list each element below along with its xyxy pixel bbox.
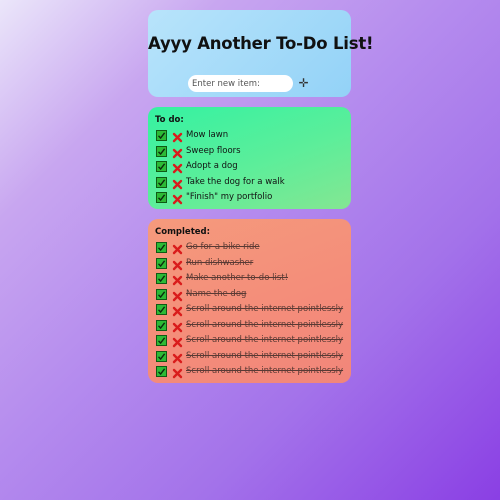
delete-button[interactable] [172, 351, 183, 363]
item-label: Take the dog for a walk [186, 176, 285, 187]
red-x-icon [172, 306, 183, 317]
delete-button[interactable] [172, 289, 183, 301]
item-label: Mow lawn [186, 130, 229, 140]
delete-button[interactable] [172, 161, 183, 174]
red-x-icon [172, 275, 183, 286]
complete-button[interactable] [156, 350, 167, 362]
new-item-input[interactable] [188, 75, 293, 92]
item-label: Run dishwasher [186, 257, 254, 268]
green-check-icon [157, 275, 166, 283]
green-check-icon [157, 368, 166, 376]
red-x-icon [172, 194, 183, 205]
complete-button[interactable] [156, 161, 167, 172]
green-check-icon [157, 337, 166, 345]
complete-button[interactable] [156, 192, 167, 203]
complete-button[interactable] [156, 257, 167, 269]
red-x-icon [172, 244, 183, 255]
delete-button[interactable] [172, 177, 183, 189]
delete-button[interactable] [172, 304, 183, 317]
item-label: Adopt a dog [186, 161, 238, 171]
item-label: Scroll around the internet pointlessly [186, 335, 344, 345]
delete-button[interactable] [172, 258, 183, 270]
plus-cross-icon: ✛ [298, 76, 309, 90]
green-check-icon [157, 178, 166, 186]
add-item-button[interactable]: ✛ [298, 77, 309, 90]
green-check-icon [157, 290, 166, 298]
item-label: Go for a bike ride [186, 242, 260, 252]
red-x-icon [172, 353, 183, 363]
complete-button[interactable] [156, 319, 167, 331]
complete-button[interactable] [156, 335, 167, 346]
green-check-icon [157, 132, 166, 140]
complete-button[interactable] [156, 242, 167, 253]
delete-button[interactable] [172, 242, 183, 255]
delete-button[interactable] [172, 130, 183, 143]
red-x-icon [172, 337, 183, 348]
delete-button[interactable] [172, 366, 183, 379]
item-label: Name the dog [186, 288, 247, 299]
green-check-icon [157, 147, 166, 155]
green-check-icon [157, 194, 166, 202]
green-check-icon [157, 244, 166, 252]
red-x-icon [172, 291, 183, 301]
complete-button[interactable] [156, 130, 167, 141]
item-label: Sweep floors [186, 145, 241, 156]
complete-button[interactable] [156, 273, 167, 284]
delete-button[interactable] [172, 273, 183, 286]
delete-button[interactable] [172, 146, 183, 158]
item-label: Make another to-do list! [186, 273, 288, 283]
green-check-icon [157, 321, 166, 329]
item-label: Scroll around the internet pointlessly [186, 304, 344, 314]
green-check-icon [157, 259, 166, 267]
red-x-icon [172, 179, 183, 189]
green-check-icon [157, 352, 166, 360]
completed-heading: Completed: [155, 227, 211, 237]
complete-button[interactable] [156, 304, 167, 315]
complete-button[interactable] [156, 288, 167, 300]
red-x-icon [172, 163, 183, 174]
page-title: Ayyy Another To-Do List! [148, 34, 374, 53]
item-label: Scroll around the internet pointlessly [186, 319, 344, 330]
item-label: "Finish" my portfolio [186, 192, 273, 202]
todo-heading: To do: [155, 115, 184, 125]
completed-panel: Completed: Go for a bike ride Run dishwas… [148, 219, 351, 383]
delete-button[interactable] [172, 320, 183, 332]
complete-button[interactable] [156, 176, 167, 188]
complete-button[interactable] [156, 366, 167, 377]
todo-panel: To do: Mow lawn Sweep floors Adopt a dog Ta… [148, 107, 351, 209]
green-check-icon [157, 163, 166, 171]
red-x-icon [172, 260, 183, 270]
item-label: Scroll around the internet pointlessly [186, 366, 344, 376]
delete-button[interactable] [172, 192, 183, 205]
complete-button[interactable] [156, 145, 167, 157]
red-x-icon [172, 368, 183, 379]
red-x-icon [172, 132, 183, 143]
green-check-icon [157, 306, 166, 314]
item-label: Scroll around the internet pointlessly [186, 350, 344, 361]
red-x-icon [172, 322, 183, 332]
header-panel: Ayyy Another To-Do List! ✛ [148, 10, 374, 97]
red-x-icon [172, 148, 183, 158]
delete-button[interactable] [172, 335, 183, 348]
